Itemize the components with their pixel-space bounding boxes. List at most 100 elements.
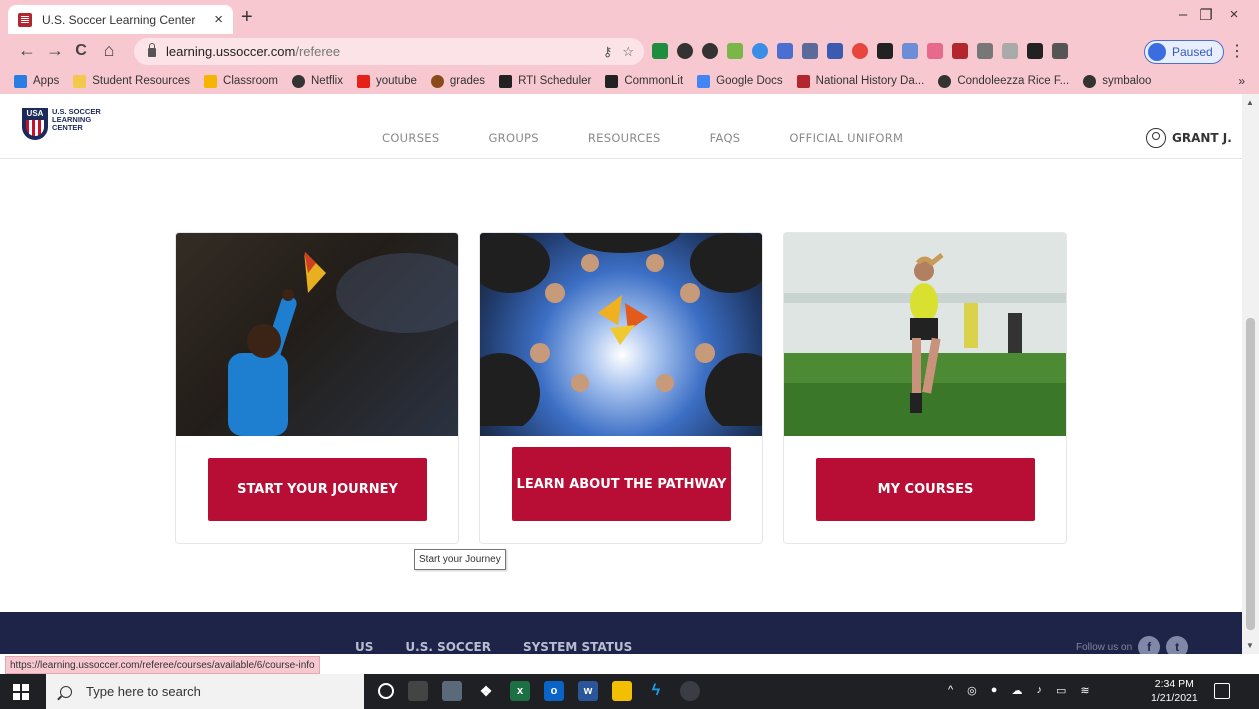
extension-icon[interactable] <box>927 43 943 59</box>
bookmark-commonlit[interactable]: CommonLit <box>605 74 684 88</box>
bookmark-classroom[interactable]: Classroom <box>204 74 278 88</box>
wifi-icon[interactable]: ≋ <box>1080 684 1089 697</box>
extension-icon[interactable] <box>652 43 668 59</box>
chrome-icon[interactable] <box>680 681 700 701</box>
learn-about-pathway-button[interactable]: LEARN ABOUT THE PATHWAY <box>512 447 731 521</box>
nav-groups[interactable]: GROUPS <box>488 131 538 145</box>
dropbox-icon[interactable]: ❖ <box>476 681 496 701</box>
address-bar[interactable]: learning.ussoccer.com/referee ⚷ ☆ <box>134 38 644 65</box>
bookmark-grades[interactable]: grades <box>430 74 486 88</box>
scroll-thumb[interactable] <box>1246 318 1255 630</box>
extension-icon[interactable] <box>777 43 793 59</box>
bookmarks-overflow-icon[interactable]: » <box>1238 74 1245 88</box>
bookmark-youtube[interactable]: youtube <box>356 74 417 88</box>
battery-icon[interactable]: ▭ <box>1056 684 1066 697</box>
puzzle-icon[interactable] <box>1027 43 1043 59</box>
star-icon[interactable]: ☆ <box>622 44 634 60</box>
bookmark-netflix[interactable]: Netflix <box>292 74 343 88</box>
new-tab-button[interactable]: + <box>241 6 253 29</box>
site-footer: US U.S. SOCCER SYSTEM STATUS Follow us o… <box>0 612 1242 654</box>
start-your-journey-button[interactable]: START YOUR JOURNEY <box>208 458 427 521</box>
bookmark-apps[interactable]: Apps <box>14 74 59 88</box>
excel-icon[interactable]: x <box>510 681 530 701</box>
back-button[interactable]: ← <box>16 40 38 61</box>
cortana-icon[interactable] <box>378 683 394 699</box>
tray-app-icon[interactable]: ● <box>991 684 998 697</box>
extension-icon[interactable] <box>877 43 893 59</box>
bolt-app-icon[interactable]: ϟ <box>646 681 666 701</box>
ussoccer-favicon-icon <box>18 12 32 27</box>
minimize-button[interactable]: – <box>1173 6 1193 23</box>
extension-icon[interactable] <box>802 43 818 59</box>
nav-resources[interactable]: RESOURCES <box>588 131 661 145</box>
bookmark-symbaloo[interactable]: symbaloo <box>1083 74 1152 88</box>
bookmark-national-history[interactable]: National History Da... <box>796 74 924 88</box>
forward-button[interactable]: → <box>44 40 66 61</box>
extension-icon[interactable] <box>677 43 693 59</box>
onedrive-icon[interactable]: ☁ <box>1011 684 1022 697</box>
bookmark-label: symbaloo <box>1102 75 1152 87</box>
url-host: learning.ussoccer.com <box>166 44 296 59</box>
home-button[interactable]: ⌂ <box>98 40 120 61</box>
tray-chevron-icon[interactable]: ^ <box>948 684 953 697</box>
bookmark-condoleezza[interactable]: Condoleezza Rice F... <box>938 74 1069 88</box>
file-explorer-icon[interactable] <box>612 681 632 701</box>
extension-icon[interactable] <box>752 43 768 59</box>
footer-links: US U.S. SOCCER SYSTEM STATUS <box>355 640 664 654</box>
bookmark-google-docs[interactable]: Google Docs <box>697 74 783 88</box>
extension-icon[interactable] <box>952 43 968 59</box>
referees-huddle-image <box>480 233 762 436</box>
extension-icon[interactable] <box>727 43 743 59</box>
reload-button[interactable]: C <box>70 42 92 60</box>
notifications-icon[interactable] <box>1214 683 1230 699</box>
outlook-icon[interactable]: o <box>544 681 564 701</box>
url-path: /referee <box>295 44 341 59</box>
browser-toolbar: ← → C ⌂ learning.ussoccer.com/referee ⚷ … <box>0 34 1259 68</box>
extension-icon[interactable] <box>702 43 718 59</box>
extension-icon[interactable] <box>827 43 843 59</box>
window-close-button[interactable]: × <box>1224 6 1244 23</box>
footer-link-ussoccer[interactable]: U.S. SOCCER <box>405 640 491 654</box>
bookmark-rti-scheduler[interactable]: RTI Scheduler <box>499 74 592 88</box>
extension-icon[interactable] <box>1002 43 1018 59</box>
user-menu[interactable]: GRANT J. <box>1146 128 1232 148</box>
cast-icon[interactable] <box>1052 43 1068 59</box>
extension-icon[interactable] <box>852 43 868 59</box>
profile-status: Paused <box>1172 45 1213 59</box>
volume-icon[interactable]: ♪ <box>1036 684 1042 697</box>
twitter-icon[interactable]: t <box>1166 636 1189 654</box>
tray-app-icon[interactable]: ◎ <box>967 684 977 697</box>
profile-button[interactable]: Paused <box>1144 40 1224 64</box>
key-icon[interactable]: ⚷ <box>603 44 613 60</box>
nav-courses[interactable]: COURSES <box>382 131 439 145</box>
taskbar-search[interactable]: Type here to search <box>46 674 364 709</box>
extension-icon[interactable] <box>977 43 993 59</box>
scroll-up-icon[interactable]: ▲ <box>1246 98 1254 107</box>
word-icon[interactable]: w <box>578 681 598 701</box>
chrome-menu-icon[interactable]: ⋮ <box>1229 41 1245 61</box>
extension-icon[interactable] <box>902 43 918 59</box>
footer-link-system-status[interactable]: SYSTEM STATUS <box>523 640 632 654</box>
store-icon[interactable] <box>442 681 462 701</box>
browser-tab[interactable]: U.S. Soccer Learning Center × <box>8 5 233 34</box>
nav-official-uniform[interactable]: OFFICIAL UNIFORM <box>789 131 903 145</box>
folder-icon <box>73 74 87 88</box>
tab-close-icon[interactable]: × <box>214 11 223 28</box>
task-view-icon[interactable] <box>408 681 428 701</box>
bookmark-label: RTI Scheduler <box>518 75 592 87</box>
page-scrollbar[interactable]: ▲ ▼ <box>1242 94 1259 654</box>
site-logo[interactable]: U.S. SOCCER LEARNING CENTER <box>22 108 112 140</box>
clock[interactable]: 2:34 PM 1/21/2021 <box>1151 677 1198 705</box>
referee-running-image <box>784 233 1066 436</box>
windows-start-icon[interactable] <box>13 684 29 700</box>
bookmark-label: CommonLit <box>624 75 684 87</box>
restore-button[interactable]: ❐ <box>1196 6 1216 24</box>
footer-link-us[interactable]: US <box>355 640 373 654</box>
bookmark-label: grades <box>449 75 486 87</box>
nav-faqs[interactable]: FAQS <box>710 131 741 145</box>
scroll-down-icon[interactable]: ▼ <box>1246 641 1254 650</box>
facebook-icon[interactable]: f <box>1138 636 1161 654</box>
my-courses-button[interactable]: MY COURSES <box>816 458 1035 521</box>
bookmark-student-resources[interactable]: Student Resources <box>73 74 190 88</box>
taskbar-apps: ❖ x o w ϟ <box>378 681 700 701</box>
